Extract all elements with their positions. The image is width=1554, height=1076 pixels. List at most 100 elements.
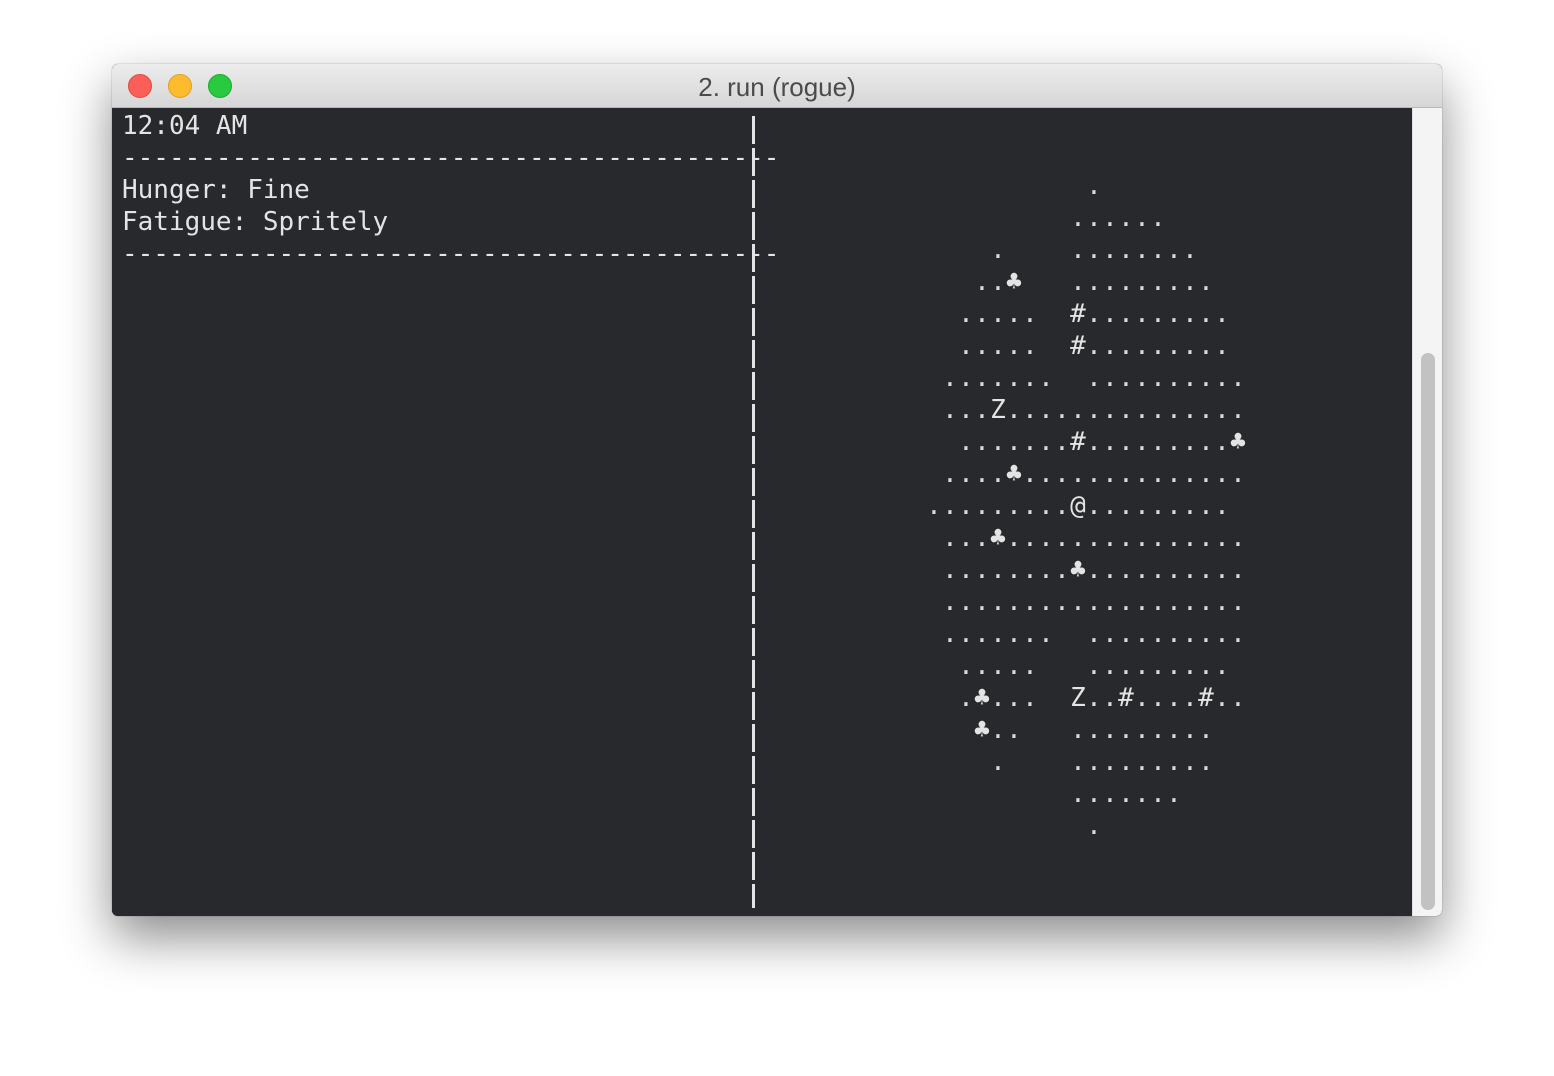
floor-tile: . [1134, 523, 1150, 553]
floor-tile: . [1102, 395, 1118, 425]
title-bar[interactable]: 2. run (rogue) [112, 64, 1442, 108]
floor-tile: . [1086, 747, 1102, 777]
floor-tile: . [1134, 747, 1150, 777]
floor-tile: . [974, 619, 990, 649]
floor-tile: . [1150, 299, 1166, 329]
floor-tile: . [958, 683, 974, 713]
floor-tile: . [1022, 683, 1038, 713]
wall-tile: # [1118, 683, 1134, 713]
tree-tile: ♣ [990, 523, 1006, 553]
floor-tile: . [1022, 299, 1038, 329]
floor-tile: . [990, 299, 1006, 329]
floor-tile: . [974, 491, 990, 521]
floor-tile: . [1118, 587, 1134, 617]
floor-tile: . [1086, 619, 1102, 649]
floor-tile: . [1166, 235, 1182, 265]
floor-tile: . [990, 235, 1006, 265]
floor-tile: . [1086, 651, 1102, 681]
floor-tile: . [1070, 203, 1086, 233]
floor-tile: . [1166, 331, 1182, 361]
floor-tile: . [1166, 267, 1182, 297]
floor-tile: . [990, 619, 1006, 649]
floor-tile: . [1134, 459, 1150, 489]
floor-tile: . [1230, 619, 1246, 649]
floor-tile: . [958, 523, 974, 553]
terminal-window: 2. run (rogue) 12:04 AM ----------------… [112, 64, 1442, 916]
floor-tile: . [974, 267, 990, 297]
floor-tile: . [958, 587, 974, 617]
floor-tile: . [1182, 395, 1198, 425]
floor-tile: . [1086, 491, 1102, 521]
floor-tile: . [1006, 395, 1022, 425]
floor-tile: . [1134, 235, 1150, 265]
floor-tile: . [1070, 587, 1086, 617]
tree-tile: ♣ [1230, 427, 1246, 457]
floor-tile: . [1022, 395, 1038, 425]
floor-tile: . [1134, 715, 1150, 745]
floor-tile: . [1198, 427, 1214, 457]
floor-tile: . [1006, 587, 1022, 617]
floor-tile: . [1086, 587, 1102, 617]
floor-tile: . [1134, 779, 1150, 809]
floor-tile: . [1134, 587, 1150, 617]
floor-tile: . [1038, 523, 1054, 553]
floor-tile: . [1006, 555, 1022, 585]
floor-tile: . [1118, 299, 1134, 329]
floor-tile: . [1214, 555, 1230, 585]
floor-tile: . [1038, 587, 1054, 617]
floor-tile: . [1054, 587, 1070, 617]
floor-tile: . [1214, 331, 1230, 361]
floor-tile: . [1118, 619, 1134, 649]
floor-tile: . [1182, 715, 1198, 745]
floor-tile: . [1150, 459, 1166, 489]
floor-tile: . [1102, 459, 1118, 489]
tree-tile: ♣ [1006, 459, 1022, 489]
floor-tile: . [1118, 651, 1134, 681]
floor-tile: . [1070, 779, 1086, 809]
floor-tile: . [1102, 427, 1118, 457]
floor-tile: . [1198, 395, 1214, 425]
floor-tile: . [1102, 651, 1118, 681]
floor-tile: . [1102, 203, 1118, 233]
floor-tile: . [926, 491, 942, 521]
floor-tile: . [1198, 363, 1214, 393]
floor-tile: . [1118, 491, 1134, 521]
floor-tile: . [1102, 267, 1118, 297]
floor-tile: . [1214, 299, 1230, 329]
floor-tile: . [1022, 619, 1038, 649]
floor-tile: . [1022, 331, 1038, 361]
floor-tile: . [1086, 811, 1102, 841]
floor-tile: . [958, 619, 974, 649]
floor-tile: . [1150, 779, 1166, 809]
scrollbar-thumb[interactable] [1421, 353, 1435, 910]
floor-tile: . [1150, 747, 1166, 777]
floor-tile: . [974, 523, 990, 553]
floor-tile: . [1006, 363, 1022, 393]
floor-tile: . [1118, 523, 1134, 553]
floor-tile: . [1102, 747, 1118, 777]
floor-tile: . [1070, 523, 1086, 553]
floor-tile: . [974, 587, 990, 617]
floor-tile: . [1102, 235, 1118, 265]
player-character: @ [1070, 491, 1086, 521]
floor-tile: . [1214, 651, 1230, 681]
floor-tile: . [1198, 523, 1214, 553]
floor-tile: . [1022, 459, 1038, 489]
floor-tile: . [1118, 267, 1134, 297]
floor-tile: . [1150, 683, 1166, 713]
scrollbar-track[interactable] [1412, 108, 1442, 916]
floor-tile: . [990, 267, 1006, 297]
terminal-content[interactable]: 12:04 AM -------------------------------… [112, 108, 1412, 916]
floor-tile: . [1166, 523, 1182, 553]
floor-tile: . [1214, 683, 1230, 713]
tree-tile: ♣ [974, 683, 990, 713]
floor-tile: . [1006, 683, 1022, 713]
wall-tile: # [1070, 299, 1086, 329]
floor-tile: . [1038, 459, 1054, 489]
floor-tile: . [1198, 715, 1214, 745]
floor-tile: . [1150, 619, 1166, 649]
floor-tile: . [942, 555, 958, 585]
floor-tile: . [974, 331, 990, 361]
floor-tile: . [958, 299, 974, 329]
floor-tile: . [990, 459, 1006, 489]
